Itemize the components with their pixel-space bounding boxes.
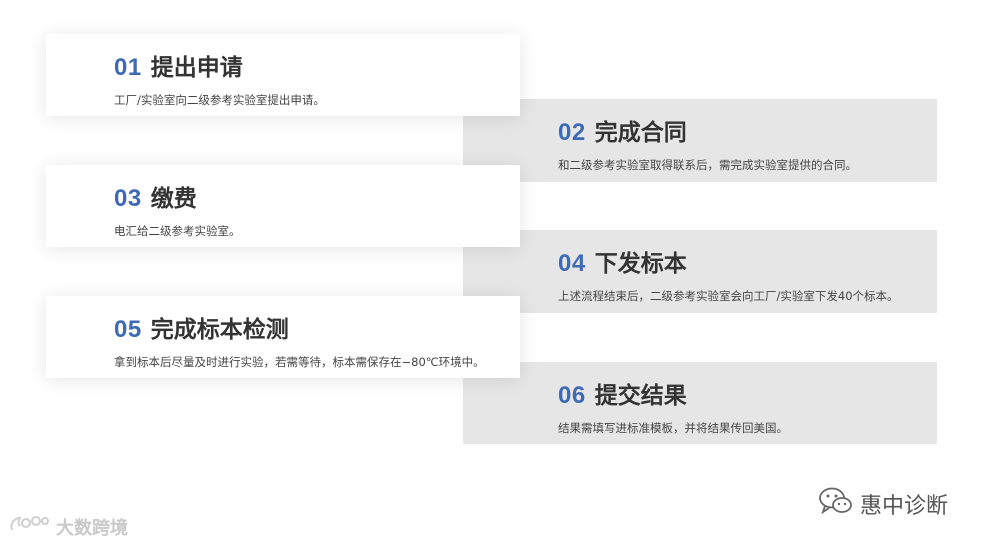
step-card-1: 01 提出申请 工厂/实验室向二级参考实验室提出申请。 bbox=[46, 34, 520, 116]
step-description: 拿到标本后尽量及时进行实验，若需等待，标本需保存在−80℃环境中。 bbox=[114, 355, 485, 369]
step-card-3: 03 缴费 电汇给二级参考实验室。 bbox=[46, 165, 520, 247]
watermark-left: 大数跨境 bbox=[8, 512, 128, 541]
step-number: 02 bbox=[558, 119, 586, 146]
step-number: 05 bbox=[114, 316, 142, 343]
step-title: 缴费 bbox=[150, 186, 197, 212]
step-description: 电汇给二级参考实验室。 bbox=[114, 224, 241, 238]
step-card-5: 05 完成标本检测 拿到标本后尽量及时进行实验，若需等待，标本需保存在−80℃环… bbox=[46, 296, 520, 378]
step-number: 01 bbox=[114, 54, 142, 81]
step-title: 提交结果 bbox=[594, 383, 687, 409]
step-number: 04 bbox=[558, 250, 586, 277]
step-description: 工厂/实验室向二级参考实验室提出申请。 bbox=[114, 93, 325, 107]
step-description: 结果需填写进标准模板，并将结果传回美国。 bbox=[558, 421, 788, 435]
wechat-logo-icon bbox=[818, 486, 860, 522]
step-title: 提出申请 bbox=[150, 55, 243, 81]
step-number: 03 bbox=[114, 185, 142, 212]
weibo-logo-icon bbox=[8, 512, 56, 541]
watermark-right-text: 惠中诊断 bbox=[860, 494, 949, 519]
step-title: 完成标本检测 bbox=[150, 317, 289, 343]
step-title: 完成合同 bbox=[594, 120, 687, 146]
watermark-left-text: 大数跨境 bbox=[56, 517, 128, 539]
step-card-6: 06 提交结果 结果需填写进标准模板，并将结果传回美国。 bbox=[463, 362, 937, 444]
step-card-4: 04 下发标本 上述流程结束后，二级参考实验室会向工厂/实验室下发40个标本。 bbox=[463, 230, 937, 313]
watermark-right: 惠中诊断 bbox=[818, 486, 948, 522]
step-description: 上述流程结束后，二级参考实验室会向工厂/实验室下发40个标本。 bbox=[558, 289, 899, 303]
step-title: 下发标本 bbox=[594, 251, 687, 277]
step-description: 和二级参考实验室取得联系后，需完成实验室提供的合同。 bbox=[558, 158, 857, 172]
step-number: 06 bbox=[558, 382, 586, 409]
step-card-2: 02 完成合同 和二级参考实验室取得联系后，需完成实验室提供的合同。 bbox=[463, 99, 937, 182]
